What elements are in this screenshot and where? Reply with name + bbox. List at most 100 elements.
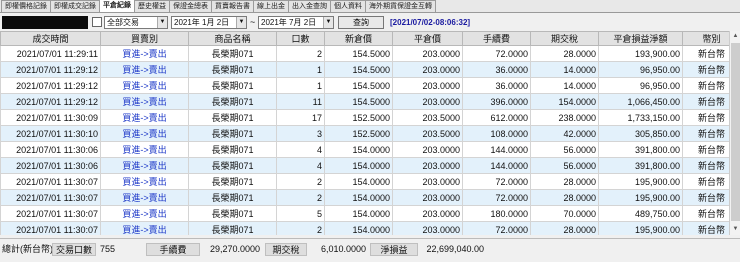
tab-bar: 即權價格記錄 即權成交記錄 平倉紀錄 歷史權益 保證金總表 買賣報告書 線上出金 出入金查詢個… xyxy=(0,0,740,13)
table-cell: 2 xyxy=(276,45,325,62)
end-date-value: 2021年 7月 2日 xyxy=(261,18,317,27)
tab-7[interactable]: 出入金查詢 xyxy=(288,0,331,12)
table-row[interactable]: 2021/07/01 11:30:06 買進->賣出 長榮期071 4 154.0000… xyxy=(0,141,740,158)
tab-0[interactable]: 即權價格記錄 xyxy=(1,0,51,12)
table-cell: 2021/07/01 11:30:07 xyxy=(0,221,101,235)
table-row[interactable]: 2021/07/01 11:30:09 買進->賣出 長榮期071 17 152.500… xyxy=(0,109,740,126)
table-cell: 買進->賣出 xyxy=(100,157,189,174)
table-cell: 長榮期071 xyxy=(188,93,277,110)
table-cell: 144.0000 xyxy=(462,141,531,158)
table-cell: 180.0000 xyxy=(462,205,531,222)
closed-positions-table: 成交時間 買賣別 商品名稱 口數 新倉價 平倉價 手續費 期交稅 平倉損益淨額 幣別 2021/0… xyxy=(0,31,740,235)
table-cell: 買進->賣出 xyxy=(100,205,189,222)
table-cell: 396.0000 xyxy=(462,93,531,110)
table-cell: 154.0000 xyxy=(324,141,393,158)
table-cell: 14.0000 xyxy=(530,61,599,78)
column-header[interactable]: 新倉價 xyxy=(324,31,393,46)
table-cell: 203.0000 xyxy=(392,77,463,94)
table-cell: 195,900.00 xyxy=(598,221,683,235)
table-cell: 3 xyxy=(276,125,325,142)
table-cell: 42.0000 xyxy=(530,125,599,142)
table-cell: 154.5000 xyxy=(324,61,393,78)
table-cell: 長榮期071 xyxy=(188,109,277,126)
end-date-picker[interactable]: 2021年 7月 2日 ▼ xyxy=(258,16,334,29)
table-row[interactable]: 2021/07/01 11:30:07 買進->賣出 長榮期071 5 154.0000… xyxy=(0,205,740,222)
table-cell: 28.0000 xyxy=(530,221,599,235)
start-date-picker[interactable]: 2021年 1月 2日 ▼ xyxy=(171,16,247,29)
tab-5[interactable]: 買賣報告書 xyxy=(211,0,254,12)
table-cell: 193,900.00 xyxy=(598,45,683,62)
table-cell: 2 xyxy=(276,173,325,190)
column-header[interactable]: 平倉價 xyxy=(392,31,463,46)
table-cell: 203.0000 xyxy=(392,173,463,190)
table-cell: 2021/07/01 11:29:11 xyxy=(0,45,101,62)
table-cell: 72.0000 xyxy=(462,173,531,190)
column-header[interactable]: 口數 xyxy=(276,31,325,46)
table-row[interactable]: 2021/07/01 11:29:12 買進->賣出 長榮期071 1 154.5000… xyxy=(0,61,740,78)
table-cell: 2021/07/01 11:29:12 xyxy=(0,93,101,110)
table-cell: 長榮期071 xyxy=(188,173,277,190)
scroll-down-icon[interactable]: ▼ xyxy=(730,224,740,235)
table-cell: 2021/07/01 11:30:10 xyxy=(0,125,101,142)
column-header[interactable]: 成交時間 xyxy=(0,31,101,46)
table-row[interactable]: 2021/07/01 11:30:06 買進->賣出 長榮期071 4 154.0000… xyxy=(0,157,740,174)
column-header[interactable]: 手續費 xyxy=(462,31,531,46)
table-cell: 2021/07/01 11:30:06 xyxy=(0,141,101,158)
table-cell: 36.0000 xyxy=(462,77,531,94)
tab-4[interactable]: 保證金總表 xyxy=(169,0,212,12)
filter-checkbox[interactable] xyxy=(92,17,102,27)
column-header[interactable]: 期交稅 xyxy=(530,31,599,46)
column-header[interactable]: 買賣別 xyxy=(100,31,189,46)
table-cell: 1 xyxy=(276,61,325,78)
table-cell: 買進->賣出 xyxy=(100,173,189,190)
tab-1[interactable]: 即權成交記錄 xyxy=(50,0,100,12)
tab-6[interactable]: 線上出金 xyxy=(253,0,289,12)
table-cell: 28.0000 xyxy=(530,189,599,206)
table-cell: 154.0000 xyxy=(324,157,393,174)
table-cell: 長榮期071 xyxy=(188,157,277,174)
table-row[interactable]: 2021/07/01 11:29:11 買進->賣出 長榮期071 2 154.5000… xyxy=(0,45,740,62)
table-cell: 長榮期071 xyxy=(188,77,277,94)
table-cell: 買進->賣出 xyxy=(100,141,189,158)
table-cell: 305,850.00 xyxy=(598,125,683,142)
tab-9[interactable]: 海外期貨保證金互轉 xyxy=(365,0,436,12)
table-cell: 買進->賣出 xyxy=(100,189,189,206)
vertical-scrollbar[interactable]: ▲ ▼ xyxy=(729,31,740,235)
tab-2[interactable]: 平倉紀錄 xyxy=(99,0,135,12)
column-header[interactable]: 商品名稱 xyxy=(188,31,277,46)
table-cell: 長榮期071 xyxy=(188,125,277,142)
scroll-up-icon[interactable]: ▲ xyxy=(730,31,740,42)
table-cell: 70.0000 xyxy=(530,205,599,222)
table-row[interactable]: 2021/07/01 11:30:10 買進->賣出 長榮期071 3 152.5000… xyxy=(0,125,740,142)
table-cell: 1,066,450.00 xyxy=(598,93,683,110)
trade-type-select[interactable]: 全部交易 ▼ xyxy=(104,16,168,29)
table-row[interactable]: 2021/07/01 11:30:07 買進->賣出 長榮期071 2 154.0000… xyxy=(0,221,740,235)
table-cell: 買進->賣出 xyxy=(100,45,189,62)
net-pnl-value: 22,699,040.00 xyxy=(426,244,484,254)
table-cell: 買進->賣出 xyxy=(100,109,189,126)
tab-3[interactable]: 歷史權益 xyxy=(134,0,170,12)
table-cell: 14.0000 xyxy=(530,77,599,94)
table-cell: 1,733,150.00 xyxy=(598,109,683,126)
table-cell: 2 xyxy=(276,189,325,206)
query-button[interactable]: 查詢 xyxy=(338,16,384,29)
table-row[interactable]: 2021/07/01 11:29:12 買進->賣出 長榮期071 11 154.500… xyxy=(0,93,740,110)
table-cell: 154.5000 xyxy=(324,77,393,94)
table-row[interactable]: 2021/07/01 11:30:07 買進->賣出 長榮期071 2 154.0000… xyxy=(0,173,740,190)
table-row[interactable]: 2021/07/01 11:30:07 買進->賣出 長榮期071 2 154.0000… xyxy=(0,189,740,206)
table-cell: 489,750.00 xyxy=(598,205,683,222)
total-label: 總計(新台幣) xyxy=(2,244,53,254)
chevron-down-icon[interactable]: ▼ xyxy=(323,17,333,28)
table-cell: 4 xyxy=(276,157,325,174)
chevron-down-icon[interactable]: ▼ xyxy=(157,17,167,28)
table-cell: 4 xyxy=(276,141,325,158)
tab-8[interactable]: 個人資料 xyxy=(330,0,366,12)
chevron-down-icon[interactable]: ▼ xyxy=(236,17,246,28)
table-cell: 612.0000 xyxy=(462,109,531,126)
table-cell: 203.0000 xyxy=(392,61,463,78)
column-header[interactable]: 平倉損益淨額 xyxy=(598,31,683,46)
scroll-thumb[interactable] xyxy=(731,43,740,221)
table-cell: 5 xyxy=(276,205,325,222)
table-cell: 144.0000 xyxy=(462,157,531,174)
table-row[interactable]: 2021/07/01 11:29:12 買進->賣出 長榮期071 1 154.5000… xyxy=(0,77,740,94)
